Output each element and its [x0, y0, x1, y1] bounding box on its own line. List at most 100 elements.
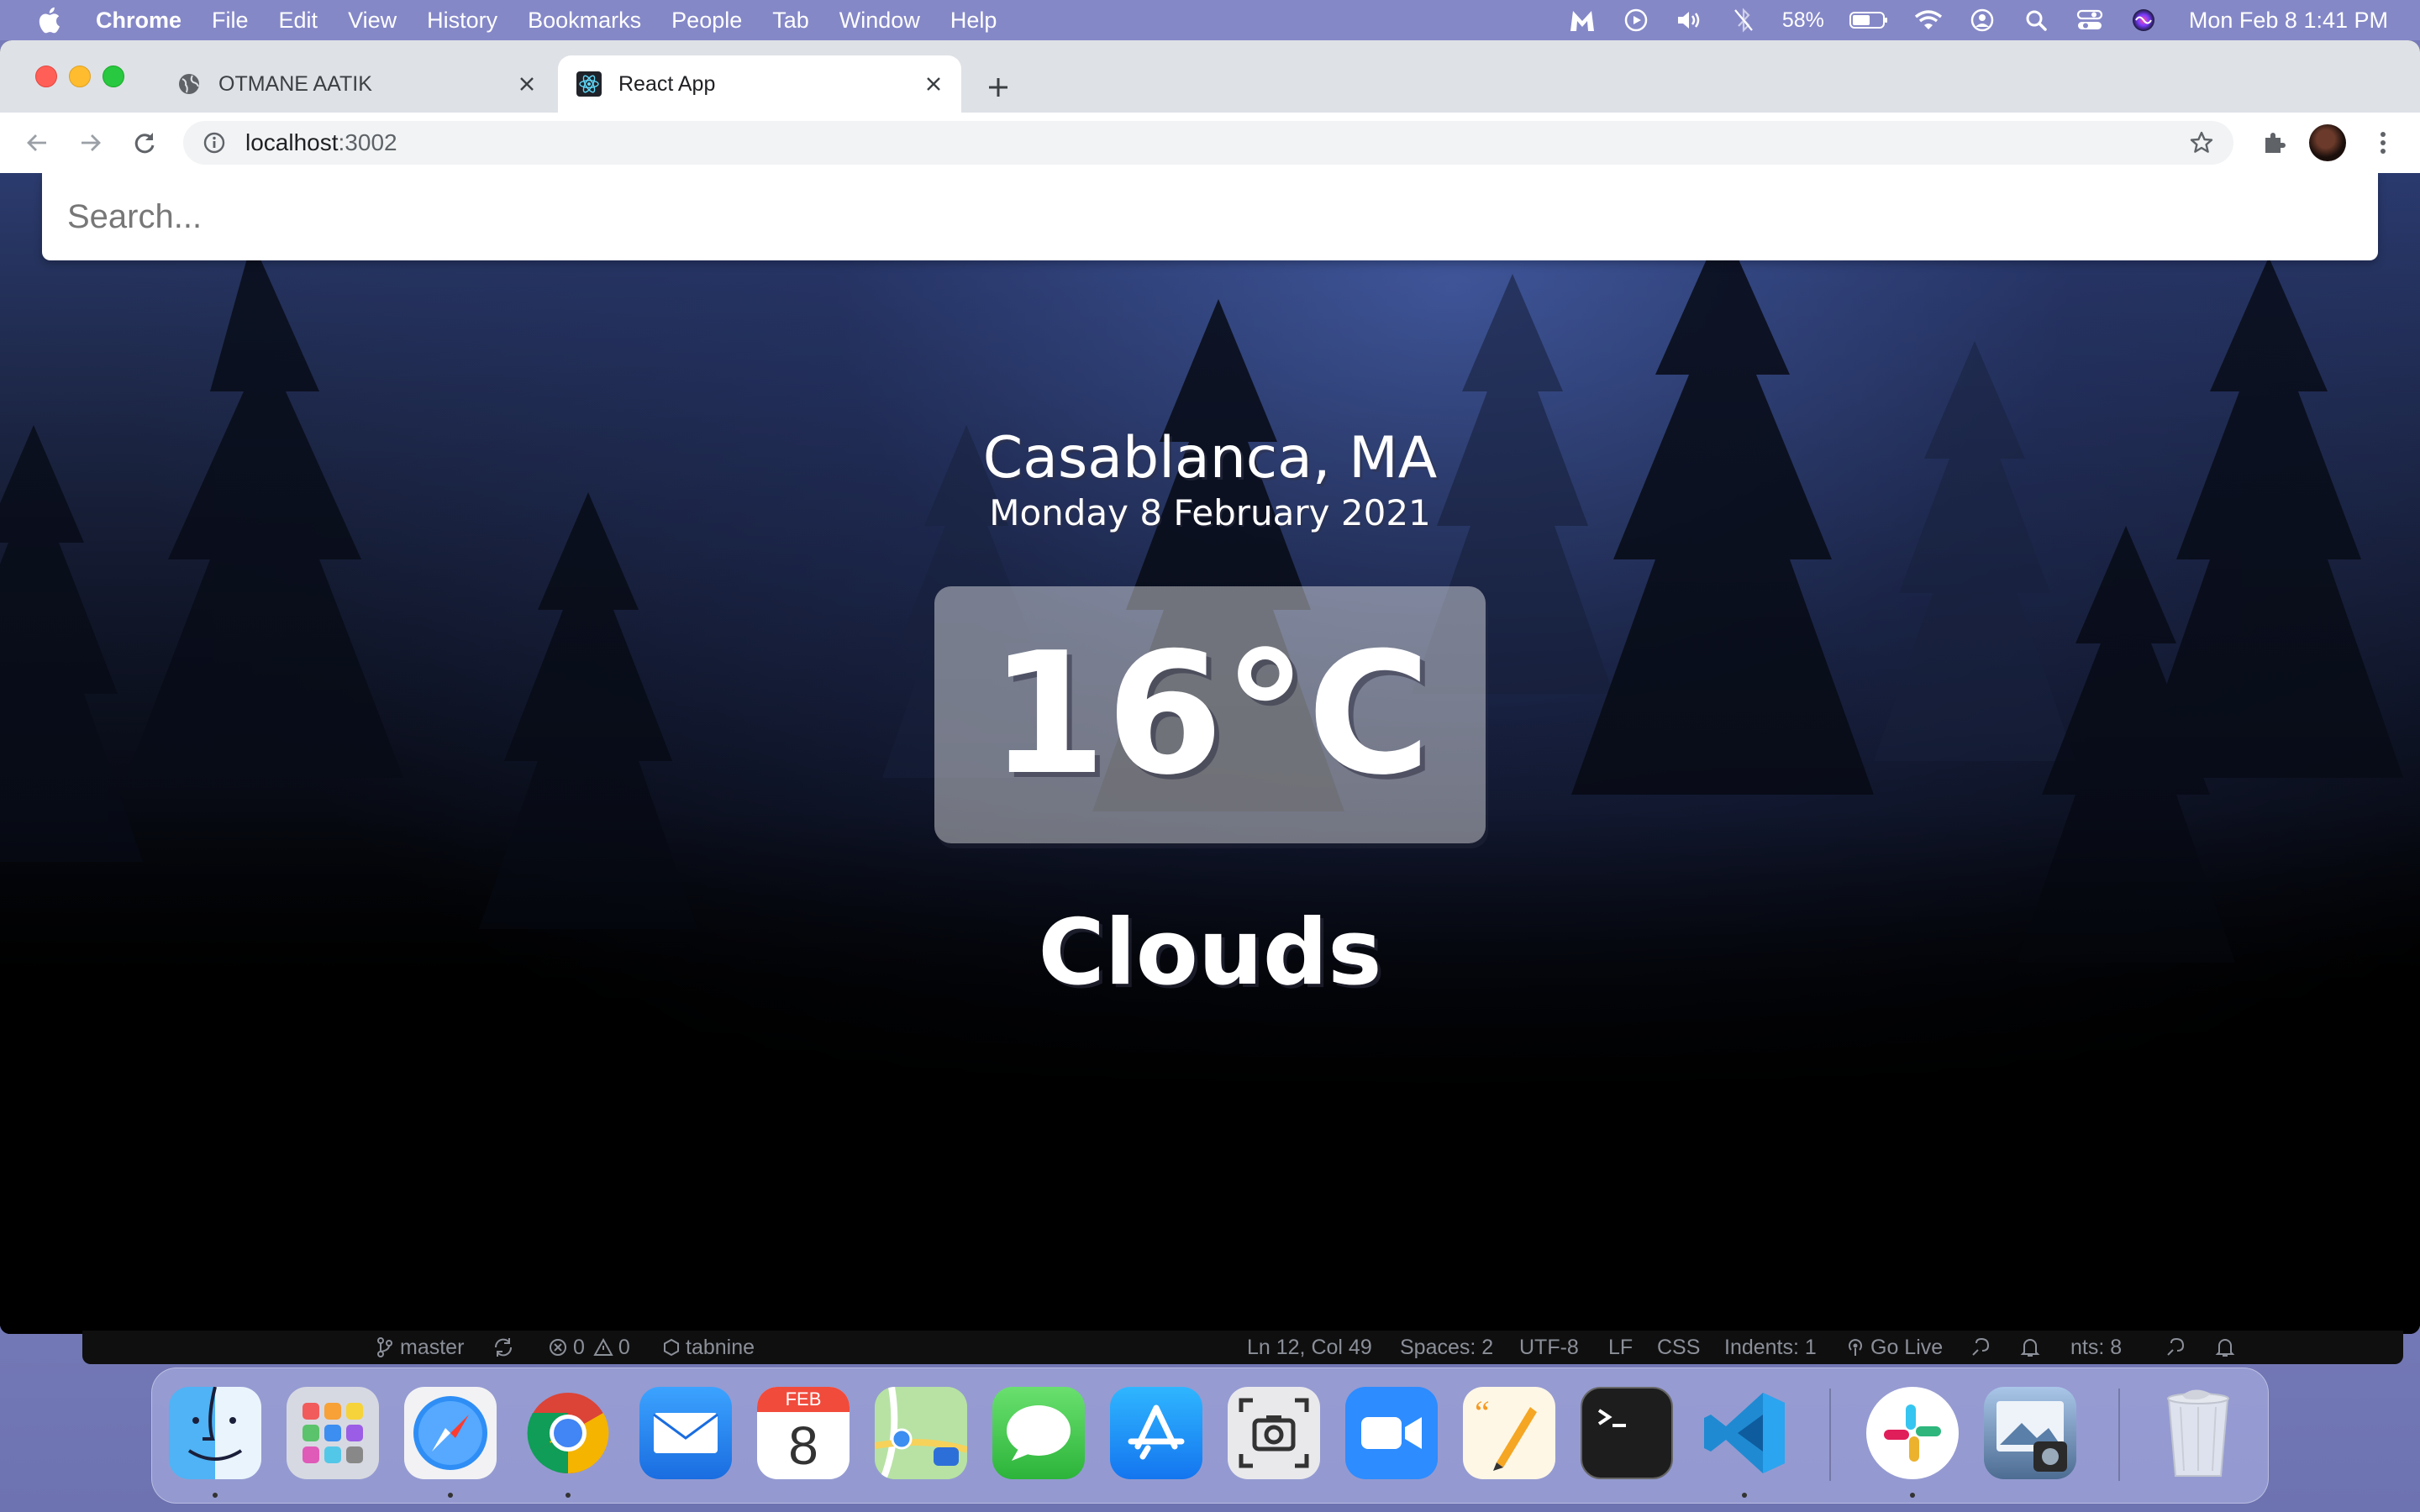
broadcast-icon: [1849, 1339, 1862, 1356]
menu-app-name[interactable]: Chrome: [96, 8, 182, 34]
terminal-icon[interactable]: [1581, 1387, 1673, 1479]
close-tab-icon[interactable]: [514, 71, 539, 97]
tabnine-label: tabnine: [686, 1335, 755, 1359]
language-mode[interactable]: CSS: [1657, 1331, 1700, 1364]
calendar-day: 8: [788, 1415, 818, 1476]
browser-window: OTMANE AATIK React App localhost:3002 Se…: [0, 40, 2420, 1334]
menu-window[interactable]: Window: [839, 8, 920, 34]
zoom-icon[interactable]: [1345, 1387, 1438, 1479]
end-of-line[interactable]: LF: [1608, 1331, 1633, 1364]
menu-bookmarks[interactable]: Bookmarks: [528, 8, 641, 34]
mail-icon[interactable]: [639, 1387, 732, 1479]
menubar-clock[interactable]: Mon Feb 8 1:41 PM: [2189, 8, 2388, 34]
error-count: 0: [573, 1335, 585, 1359]
feedback-icon[interactable]: [1970, 1331, 1991, 1364]
slack-icon[interactable]: [1866, 1387, 1959, 1479]
url-text: localhost:3002: [245, 129, 397, 156]
location-title: Casablanca, MA: [982, 425, 1438, 491]
menu-view[interactable]: View: [348, 8, 397, 34]
new-tab-plus-icon[interactable]: [980, 69, 1017, 106]
back-arrow-icon[interactable]: [18, 124, 55, 161]
menu-file[interactable]: File: [212, 8, 249, 34]
git-branch-status[interactable]: master: [376, 1331, 464, 1364]
apple-menu-icon[interactable]: [32, 3, 66, 37]
menu-edit[interactable]: Edit: [279, 8, 318, 34]
search-input[interactable]: [42, 173, 2378, 260]
error-icon: [550, 1339, 566, 1356]
file-encoding[interactable]: UTF-8: [1519, 1331, 1579, 1364]
finder-icon[interactable]: [169, 1387, 261, 1479]
maps-icon[interactable]: [875, 1387, 967, 1479]
vscode-icon[interactable]: [1698, 1387, 1791, 1479]
search-box[interactable]: [42, 173, 2378, 260]
address-bar[interactable]: localhost:3002: [183, 121, 2233, 165]
vscode-status-bar: master 0 0 tabnine Ln 12, Col 49 Spaces:…: [82, 1331, 2403, 1364]
reload-icon[interactable]: [126, 124, 163, 161]
tabnine-icon: [664, 1338, 679, 1357]
volume-icon[interactable]: [1675, 5, 1705, 35]
profile-avatar[interactable]: [2309, 124, 2346, 161]
preview-icon[interactable]: [1984, 1387, 2076, 1479]
more-vertical-icon[interactable]: [2365, 124, 2402, 161]
problems-status[interactable]: 0 0: [548, 1331, 630, 1364]
calendar-month: FEB: [757, 1387, 850, 1412]
close-window-button[interactable]: [35, 66, 57, 87]
messages-icon[interactable]: [992, 1387, 1085, 1479]
screenshot-icon[interactable]: [1228, 1387, 1320, 1479]
points-status[interactable]: nts: 8: [2070, 1331, 2122, 1364]
bluetooth-off-icon[interactable]: [1728, 5, 1759, 35]
tab-strip: OTMANE AATIK React App: [0, 40, 2420, 113]
battery-percent: 58%: [1781, 8, 1824, 32]
menu-bar: Chrome File Edit View History Bookmarks …: [0, 0, 2420, 40]
bell-icon[interactable]: [2215, 1331, 2235, 1364]
page-viewport: Casablanca, MA Monday 8 February 2021 16…: [0, 173, 2420, 1334]
go-live-status[interactable]: Go Live: [1845, 1331, 1943, 1364]
bookmark-star-icon[interactable]: [2186, 128, 2217, 158]
minimize-window-button[interactable]: [69, 66, 91, 87]
forward-arrow-icon[interactable]: [72, 124, 109, 161]
spotlight-search-icon[interactable]: [2021, 5, 2051, 35]
play-circle-icon[interactable]: [1621, 5, 1651, 35]
dock-separator: [2118, 1389, 2120, 1481]
indent-spaces[interactable]: Spaces: 2: [1400, 1331, 1493, 1364]
user-account-icon[interactable]: [1967, 5, 1997, 35]
menu-history[interactable]: History: [427, 8, 497, 34]
browser-toolbar: localhost:3002: [0, 113, 2420, 173]
close-tab-icon[interactable]: [921, 71, 946, 97]
launchpad-icon[interactable]: [287, 1387, 379, 1479]
cursor-position[interactable]: Ln 12, Col 49: [1247, 1331, 1372, 1364]
menu-people[interactable]: People: [671, 8, 742, 34]
bell-icon[interactable]: [2020, 1331, 2040, 1364]
trash-icon[interactable]: [2152, 1387, 2244, 1479]
control-center-icon[interactable]: [2075, 5, 2105, 35]
safari-icon[interactable]: [404, 1387, 497, 1479]
feedback-icon[interactable]: [2165, 1331, 2186, 1364]
tab-react-app[interactable]: React App: [558, 55, 961, 113]
go-live-label: Go Live: [1870, 1335, 1944, 1359]
date-label: Monday 8 February 2021: [989, 492, 1431, 533]
malwarebytes-icon[interactable]: [1567, 5, 1597, 35]
warning-icon: [593, 1337, 613, 1356]
url-host: localhost: [245, 129, 339, 155]
tabnine-status[interactable]: tabnine: [662, 1331, 755, 1364]
warning-count: 0: [618, 1335, 630, 1359]
url-port: :3002: [338, 129, 397, 155]
battery-icon[interactable]: [1848, 5, 1890, 35]
app-store-icon[interactable]: [1110, 1387, 1202, 1479]
tab-otmane-aatik[interactable]: OTMANE AATIK: [165, 55, 555, 113]
menu-tab[interactable]: Tab: [772, 8, 809, 34]
chrome-icon[interactable]: [522, 1387, 614, 1479]
zoom-window-button[interactable]: [103, 66, 124, 87]
extensions-puzzle-icon[interactable]: [2255, 124, 2292, 161]
site-info-icon[interactable]: [200, 129, 229, 157]
temperature-box: 16°C: [934, 586, 1486, 843]
sync-icon[interactable]: [492, 1331, 514, 1364]
menu-help[interactable]: Help: [950, 8, 997, 34]
pages-icon[interactable]: “: [1463, 1387, 1555, 1479]
wifi-icon[interactable]: [1913, 5, 1944, 35]
calendar-icon[interactable]: FEB 8: [757, 1387, 850, 1479]
indents-status[interactable]: Indents: 1: [1724, 1331, 1817, 1364]
react-icon: [576, 71, 602, 97]
siri-icon[interactable]: [2128, 5, 2159, 35]
weather-condition: Clouds: [1038, 900, 1382, 1005]
